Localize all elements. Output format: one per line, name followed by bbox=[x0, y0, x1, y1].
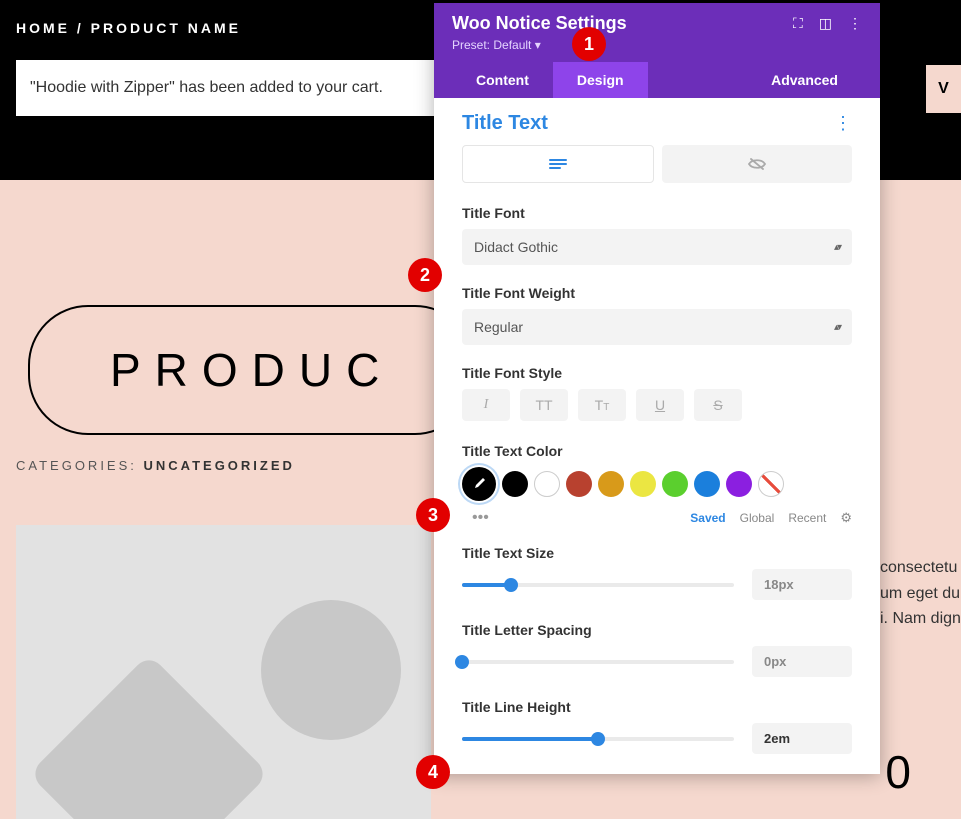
settings-panel: Woo Notice Settings ⛶ ◫ ⋮ Preset: Defaul… bbox=[434, 3, 880, 774]
swatch-white[interactable] bbox=[534, 471, 560, 497]
swatch-yellow[interactable] bbox=[630, 471, 656, 497]
title-size-input[interactable]: 18px bbox=[752, 569, 852, 600]
panel-header: Woo Notice Settings ⛶ ◫ ⋮ Preset: Defaul… bbox=[434, 3, 880, 98]
product-price: 0 bbox=[885, 745, 911, 799]
visibility-off-button[interactable] bbox=[662, 145, 852, 183]
product-image-placeholder bbox=[16, 525, 431, 819]
swatch-none[interactable] bbox=[758, 471, 784, 497]
breadcrumb-product: PRODUCT NAME bbox=[91, 20, 241, 36]
swatch-orange[interactable] bbox=[598, 471, 624, 497]
desc-line: consectetu bbox=[880, 555, 961, 581]
title-spacing-slider[interactable] bbox=[462, 660, 734, 664]
title-spacing-input[interactable]: 0px bbox=[752, 646, 852, 677]
breadcrumb: HOME / PRODUCT NAME bbox=[16, 20, 241, 36]
annotation-badge-4: 4 bbox=[416, 755, 450, 789]
italic-button[interactable]: I bbox=[462, 389, 510, 421]
layout-icon[interactable]: ◫ bbox=[819, 15, 832, 32]
notice-side[interactable]: V bbox=[926, 65, 961, 113]
caret-icon: ▴▾ bbox=[834, 322, 840, 333]
preset-dropdown[interactable]: Preset: Default ▾ bbox=[452, 38, 541, 52]
expand-icon[interactable]: ⛶ bbox=[793, 15, 803, 32]
annotation-badge-2: 2 bbox=[408, 258, 442, 292]
panel-body: Title Text ⋮ Title Font Didact Gothic▴▾ … bbox=[434, 98, 880, 774]
desc-line: i. Nam dign bbox=[880, 606, 961, 632]
product-categories: CATEGORIES: UNCATEGORIZED bbox=[16, 458, 295, 473]
tab-design[interactable]: Design bbox=[553, 62, 648, 98]
saved-tab[interactable]: Saved bbox=[690, 511, 725, 525]
section-menu-icon[interactable]: ⋮ bbox=[834, 113, 852, 134]
title-font-value: Didact Gothic bbox=[474, 239, 558, 255]
visibility-on-button[interactable] bbox=[462, 145, 654, 183]
title-font-label: Title Font bbox=[462, 205, 852, 221]
recent-tab[interactable]: Recent bbox=[788, 511, 826, 525]
title-lh-label: Title Line Height bbox=[462, 699, 852, 715]
swatch-purple[interactable] bbox=[726, 471, 752, 497]
title-size-label: Title Text Size bbox=[462, 545, 852, 561]
swatch-green[interactable] bbox=[662, 471, 688, 497]
title-weight-select[interactable]: Regular ▴▾ bbox=[462, 309, 852, 345]
caret-icon: ▴▾ bbox=[834, 242, 840, 253]
underline-button[interactable]: U bbox=[636, 389, 684, 421]
annotation-badge-3: 3 bbox=[416, 498, 450, 532]
title-size-slider[interactable] bbox=[462, 583, 734, 587]
product-title-box: PRODUC bbox=[28, 305, 475, 435]
smallcaps-button[interactable]: TT bbox=[578, 389, 626, 421]
breadcrumb-sep: / bbox=[70, 20, 91, 36]
title-color-label: Title Text Color bbox=[462, 443, 852, 459]
categories-label: CATEGORIES: bbox=[16, 458, 144, 473]
title-lh-input[interactable]: 2em bbox=[752, 723, 852, 754]
tab-content[interactable]: Content bbox=[452, 62, 553, 98]
categories-value[interactable]: UNCATEGORIZED bbox=[144, 458, 295, 473]
title-spacing-label: Title Letter Spacing bbox=[462, 622, 852, 638]
swatch-black[interactable] bbox=[502, 471, 528, 497]
desc-line: um eget du bbox=[880, 581, 961, 607]
more-colors-icon[interactable]: ••• bbox=[462, 509, 489, 527]
swatch-blue[interactable] bbox=[694, 471, 720, 497]
title-font-select[interactable]: Didact Gothic ▴▾ bbox=[462, 229, 852, 265]
panel-tabs: Content Design Advanced bbox=[452, 62, 862, 98]
notice-text: "Hoodie with Zipper" has been added to y… bbox=[30, 79, 383, 97]
title-style-label: Title Font Style bbox=[462, 365, 852, 381]
section-title[interactable]: Title Text bbox=[462, 112, 548, 135]
menu-icon[interactable]: ⋮ bbox=[848, 15, 862, 32]
breadcrumb-home[interactable]: HOME bbox=[16, 20, 70, 36]
product-description: consectetu um eget du i. Nam dign bbox=[880, 555, 961, 632]
tab-advanced[interactable]: Advanced bbox=[747, 62, 862, 98]
gear-icon[interactable]: ⚙ bbox=[840, 510, 852, 526]
color-picker-button[interactable] bbox=[462, 467, 496, 501]
title-weight-label: Title Font Weight bbox=[462, 285, 852, 301]
placeholder-circle bbox=[261, 600, 401, 740]
product-title: PRODUC bbox=[110, 343, 393, 397]
title-lh-slider[interactable] bbox=[462, 737, 734, 741]
title-weight-value: Regular bbox=[474, 319, 523, 335]
global-tab[interactable]: Global bbox=[740, 511, 775, 525]
uppercase-button[interactable]: TT bbox=[520, 389, 568, 421]
placeholder-triangle bbox=[29, 654, 269, 819]
swatch-red[interactable] bbox=[566, 471, 592, 497]
color-swatches bbox=[462, 467, 852, 501]
annotation-badge-1: 1 bbox=[572, 27, 606, 61]
strikethrough-button[interactable]: S bbox=[694, 389, 742, 421]
